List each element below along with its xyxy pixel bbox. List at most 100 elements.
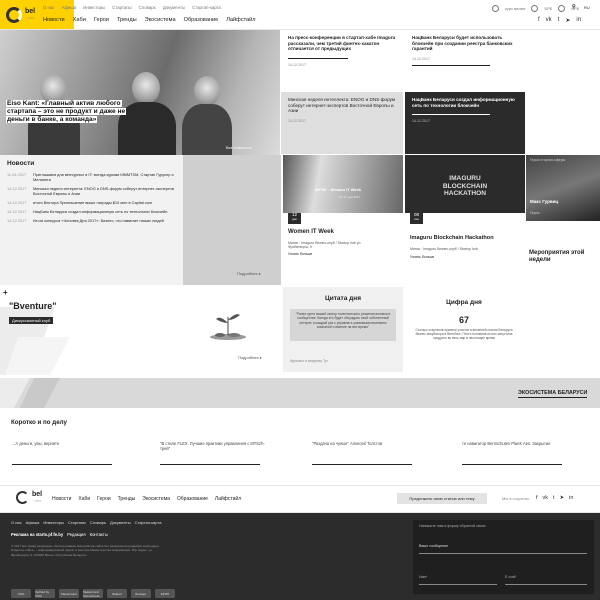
footer-link[interactable]: Документы: [110, 520, 131, 525]
article-title[interactable]: На пресс-конференции в стартап-хабе Imag…: [288, 35, 396, 52]
nav-ecosystem[interactable]: Экосистема: [145, 17, 176, 23]
toplink-documents[interactable]: Документы: [163, 5, 185, 10]
nav-news[interactable]: Новости: [43, 17, 65, 23]
nav-trends[interactable]: Тренды: [118, 496, 136, 502]
feedback-form: Напишите нам в форму обратной связи Ваше…: [413, 520, 594, 594]
figure-of-day: Цифра дня 67 Столько стартапов приняли у…: [403, 287, 525, 372]
event-title[interactable]: Women IT Week: [288, 229, 398, 235]
list-item[interactable]: 14.12.2017 Минская неделя интернета: ENOG…: [7, 186, 176, 196]
hackathon-image[interactable]: IMAGURU BLOCKCHAIN HACKATHON: [405, 155, 525, 213]
toplink-startups[interactable]: Стартапы: [112, 5, 131, 10]
toplink-dictionary[interactable]: Словарь: [139, 5, 156, 10]
nav-heroes[interactable]: Герои: [94, 17, 109, 23]
linkedin-icon[interactable]: in: [576, 17, 581, 24]
article-tile[interactable]: Минская неделя интеллекта: ENOG и DNS-фо…: [281, 92, 403, 154]
vk-icon[interactable]: vk: [543, 495, 549, 501]
ecosystem-banner[interactable]: ЭКОСИСТЕМА БЕЛАРУСИ: [0, 378, 600, 408]
events-of-week-label[interactable]: Мероприятия этой недели: [529, 250, 597, 264]
footer-link[interactable]: Инвесторы: [43, 520, 64, 525]
list-item[interactable]: 14.12.2017 Итоги конкурса «Человек Дня 20…: [7, 218, 176, 223]
article-tile[interactable]: На пресс-конференции в стартап-хабе Imag…: [281, 30, 403, 92]
nav-education[interactable]: Образование: [177, 496, 208, 502]
nav-hubs[interactable]: Хаби: [73, 17, 86, 23]
footer-logo[interactable]: bel · >>>: [16, 491, 42, 504]
linkedin-icon[interactable]: in: [569, 495, 573, 501]
footer-link[interactable]: Стартап-карта: [135, 520, 162, 525]
news-list: Новости 11.04.2017 Приглашаем для венчурн…: [0, 155, 183, 285]
message-field[interactable]: [419, 553, 587, 554]
list-item[interactable]: 14.12.2017 итоги Вектора Приглашение выше…: [7, 200, 176, 205]
advertising-link[interactable]: Реклама на starts.pf.fe.by: [11, 532, 63, 537]
short-item[interactable]: "В стиле FLEX. Лучшие практики управлени…: [160, 441, 270, 451]
article-tile[interactable]: НацБанк Беларуси создал информационную с…: [405, 92, 525, 154]
news-heading[interactable]: Новости: [7, 160, 176, 167]
email-field[interactable]: [505, 584, 587, 585]
nav-news[interactable]: Новости: [52, 496, 71, 502]
list-item[interactable]: 11.04.2017 Приглашаем для венчурных в IT:…: [7, 172, 176, 182]
telegram-icon[interactable]: ➤: [565, 17, 570, 24]
nav-education[interactable]: Образование: [184, 17, 219, 23]
women-week-image[interactable]: WITW – Women IT Week 11–17 дек 2017: [283, 155, 403, 213]
hero-article[interactable]: Eiso Kant: «Главный актив любого стартап…: [0, 30, 280, 155]
nav-lifestyle[interactable]: Лайфстайл: [215, 496, 241, 502]
bventure-title[interactable]: "Bventure": [9, 301, 57, 311]
main-nav: Новости Хаби Герои Тренды Экосистема Обр…: [43, 17, 256, 23]
payment-logo: Белкарт: [131, 589, 151, 598]
name-field[interactable]: [419, 584, 497, 585]
short-item[interactable]: ...А деньги, увы, верните: [12, 441, 122, 446]
search-icon[interactable]: ⚲: [572, 4, 576, 10]
event-title[interactable]: Imaguru Blockchain Hackathon: [410, 235, 520, 241]
ecosystem-label[interactable]: ЭКОСИСТЕМА БЕЛАРУСИ: [518, 390, 588, 398]
divider: [462, 464, 562, 465]
usd-icon: [531, 5, 539, 12]
event-more-link[interactable]: Узнать больше: [410, 255, 520, 259]
twitter-icon[interactable]: t: [553, 495, 555, 501]
toplink-afisha[interactable]: Афиша: [61, 5, 76, 10]
short-item[interactable]: "Раздача на чужое" Алексей Толстов: [312, 441, 422, 446]
telegram-icon[interactable]: ➤: [560, 495, 565, 501]
editorial-link[interactable]: Редакция: [67, 532, 85, 537]
rates-label[interactable]: курс валют: [505, 6, 525, 11]
contacts-link[interactable]: Контакты: [90, 532, 108, 537]
article-title[interactable]: НацБанк Беларуси будет использовать блок…: [412, 35, 518, 52]
figure-number: 67: [458, 315, 469, 325]
vk-icon[interactable]: vk: [546, 17, 552, 24]
footer-link[interactable]: Словарь: [90, 520, 106, 525]
hero-person-body: [182, 104, 232, 155]
nav-hubs[interactable]: Хаби: [78, 496, 90, 502]
hero-person-card[interactable]: Герои стартап-сферы Макс Гурвиц Герои: [526, 155, 600, 221]
twitter-icon[interactable]: t: [558, 17, 560, 24]
nav-ecosystem[interactable]: Экосистема: [142, 496, 170, 502]
payment-logo: Belkart: [107, 589, 127, 598]
nav-trends[interactable]: Тренды: [117, 17, 137, 23]
news-image-tile[interactable]: Подробнее ▸: [183, 155, 281, 285]
nav-heroes[interactable]: Герои: [97, 496, 111, 502]
article-title[interactable]: Минская неделя интеллекта: ENOG и DNS-фо…: [288, 97, 396, 114]
news-more-link[interactable]: Подробнее ▸: [237, 271, 261, 276]
hero-title[interactable]: Eiso Kant: «Главный актив любого стартап…: [6, 100, 131, 124]
bventure-club[interactable]: "Bventure" Дискуссионный клуб Подробнее …: [0, 287, 280, 375]
lang-switch[interactable]: RU: [584, 5, 590, 10]
toplink-investors[interactable]: Инвесторы: [83, 5, 105, 10]
site-logo[interactable]: bel · >>>: [6, 7, 35, 23]
list-item[interactable]: 14.12.2017 НацБанк Беларуси создал информ…: [7, 209, 176, 214]
bventure-more-link[interactable]: Подробнее ▸: [238, 355, 262, 360]
event-women-it-week[interactable]: 12 дек Women IT Week Минск · Imaguru бизн…: [283, 213, 403, 285]
event-blockchain-hackathon[interactable]: 08 сен Imaguru Blockchain Hackathon Минск…: [405, 213, 525, 285]
article-title[interactable]: НацБанк Беларуси создал информационную с…: [412, 97, 518, 108]
toplink-startup-map[interactable]: Стартап-карта: [192, 5, 221, 10]
facebook-icon[interactable]: f: [538, 17, 540, 24]
social-links: f vk t ➤ in: [538, 17, 581, 24]
article-tile[interactable]: НацБанк Беларуси будет использовать блок…: [405, 30, 525, 92]
nav-lifestyle[interactable]: Лайфстайл: [226, 17, 255, 23]
event-more-link[interactable]: Узнать больше: [288, 252, 398, 256]
all-news-link[interactable]: Все новости ▸: [226, 145, 252, 150]
footer-link[interactable]: Стартапы: [68, 520, 86, 525]
footer-link[interactable]: Афиша: [26, 520, 40, 525]
suggest-article-button[interactable]: Предложить свою статью или тему: [397, 493, 487, 504]
footer-link[interactable]: О нас: [11, 520, 22, 525]
article-date: 14.12.2017: [412, 56, 430, 61]
short-item[interactable]: те навигатор Bernschutes PlanК Aes. Закр…: [462, 441, 592, 446]
toplink-about[interactable]: О нас: [43, 5, 54, 10]
facebook-icon[interactable]: f: [536, 495, 538, 501]
